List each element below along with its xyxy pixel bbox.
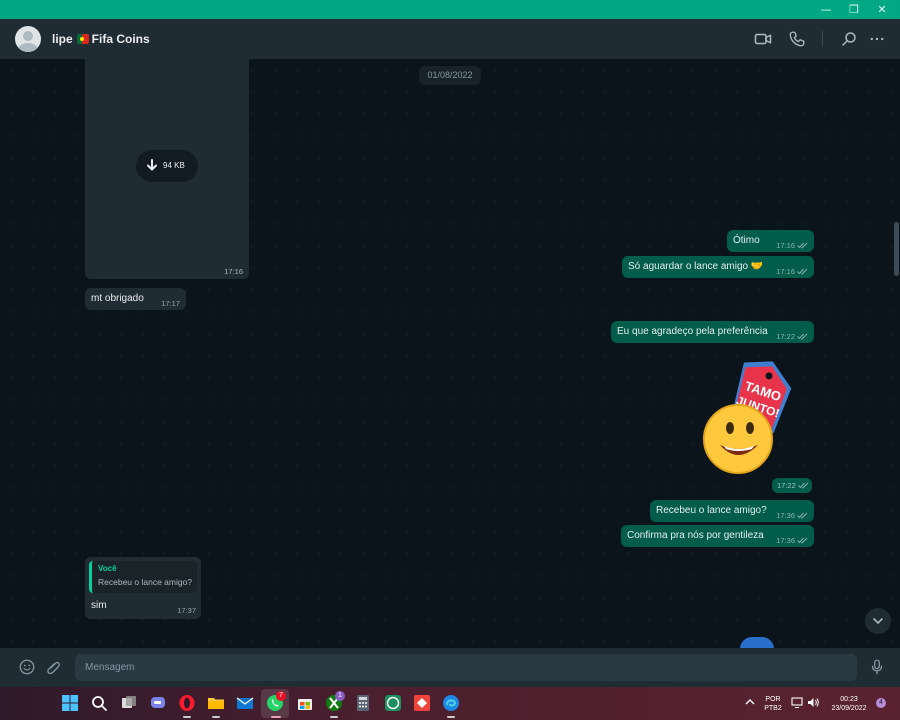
whatsapp-alt-icon[interactable] <box>384 694 402 712</box>
clock-time: 00:23 <box>840 696 858 703</box>
quote-text: Recebeu o lance amigo? <box>98 577 193 587</box>
message-bubble-incoming-reply[interactable]: Você Recebeu o lance amigo? sim 17:37 <box>85 557 201 619</box>
contact-name[interactable]: lipe Fifa Coins <box>52 32 150 46</box>
close-button[interactable]: ✕ <box>868 0 896 19</box>
windows-taskbar: 7 1 POR PTB2 00:23 23/09/2022 4 <box>0 687 900 720</box>
edge-active-indicator <box>447 716 455 718</box>
portugal-flag-icon <box>76 34 89 44</box>
message-bubble-outgoing[interactable]: Só aguardar o lance amigo 🤝 17:16 <box>622 256 814 278</box>
search-icon[interactable] <box>840 30 858 48</box>
anydesk-icon[interactable] <box>413 694 431 712</box>
message-text: Só aguardar o lance amigo 🤝 <box>628 261 764 272</box>
edge-icon[interactable] <box>442 694 460 712</box>
document-time: 17:16 <box>224 267 243 276</box>
chevron-down-icon <box>873 618 883 625</box>
windows-start-icon[interactable] <box>61 694 79 712</box>
task-view-icon[interactable] <box>120 694 138 712</box>
notification-badge[interactable]: 4 <box>876 698 886 708</box>
xbox-badge: 1 <box>335 691 345 701</box>
message-text: Ótimo <box>733 235 760 246</box>
contact-first-name: lipe <box>52 32 73 46</box>
message-time: 17:22 <box>776 332 808 341</box>
message-text: sim <box>91 600 107 611</box>
avatar[interactable] <box>15 26 41 52</box>
opera-icon[interactable] <box>178 694 196 712</box>
whatsapp-badge: 7 <box>276 691 286 701</box>
whatsapp-active-indicator <box>271 716 281 718</box>
voice-call-icon[interactable] <box>788 30 806 48</box>
message-time: 17:37 <box>177 606 196 615</box>
double-check-icon <box>797 242 808 249</box>
sticker-time: 17:22 <box>772 478 812 493</box>
attach-icon[interactable] <box>45 658 63 676</box>
maximize-button[interactable]: ❐ <box>840 0 868 19</box>
message-text: mt obrigado <box>91 293 144 304</box>
message-bubble-outgoing[interactable]: Recebeu o lance amigo? 17:36 <box>650 500 814 522</box>
header-divider <box>822 31 823 47</box>
teams-chat-icon[interactable] <box>149 694 167 712</box>
system-clock[interactable]: 00:23 23/09/2022 <box>826 695 872 713</box>
quoted-message[interactable]: Você Recebeu o lance amigo? <box>89 561 197 593</box>
file-explorer-active-indicator <box>212 716 220 718</box>
scrollbar[interactable] <box>894 222 899 276</box>
chat-header: lipe Fifa Coins <box>0 19 900 59</box>
sticker-preview-partial <box>740 637 774 648</box>
message-time: 17:36 <box>776 511 808 520</box>
mail-icon[interactable] <box>236 694 254 712</box>
message-bubble-outgoing[interactable]: Confirma pra nós por gentileza 17:36 <box>621 525 814 547</box>
network-icon[interactable] <box>791 696 804 709</box>
video-call-icon[interactable] <box>754 30 772 48</box>
message-text: Recebeu o lance amigo? <box>656 505 767 516</box>
minimize-button[interactable]: — <box>812 0 840 19</box>
microphone-icon[interactable] <box>868 658 886 676</box>
message-input[interactable]: Mensagem <box>75 654 857 681</box>
document-size: 94 KB <box>163 161 185 170</box>
language-code: POR <box>765 696 781 703</box>
volume-icon[interactable] <box>807 696 820 709</box>
keyboard-layout: PTB2 <box>764 705 782 712</box>
double-check-icon <box>797 268 808 275</box>
compose-bar: Mensagem <box>0 648 900 687</box>
download-arrow-icon <box>147 159 157 171</box>
taskbar-search-icon[interactable] <box>90 694 108 712</box>
message-text: Eu que agradeço pela preferência <box>617 326 768 337</box>
message-bubble-outgoing[interactable]: Ótimo 17:16 <box>727 230 814 252</box>
message-time: 17:36 <box>776 536 808 545</box>
calculator-icon[interactable] <box>354 694 372 712</box>
quote-author: Você <box>98 564 117 573</box>
message-bubble-outgoing[interactable]: Eu que agradeço pela preferência 17:22 <box>611 321 814 343</box>
avatar-head <box>23 31 33 41</box>
message-time: 17:16 <box>776 267 808 276</box>
language-indicator[interactable]: POR PTB2 <box>760 695 786 713</box>
xbox-active-indicator <box>330 716 338 718</box>
chevron-up-icon[interactable] <box>744 696 756 708</box>
window-title-bar: — ❐ ✕ <box>0 0 900 19</box>
opera-active-indicator <box>183 716 191 718</box>
microsoft-store-icon[interactable] <box>296 694 314 712</box>
contact-name-suffix: Fifa Coins <box>91 32 150 46</box>
emoji-icon[interactable] <box>18 658 36 676</box>
double-check-icon <box>797 333 808 340</box>
message-time: 17:17 <box>161 299 180 308</box>
avatar-body <box>18 43 38 52</box>
document-message[interactable]: 94 KB 17:16 <box>85 59 249 279</box>
scroll-to-bottom-button[interactable] <box>865 608 891 634</box>
double-check-icon <box>797 482 809 489</box>
chat-area[interactable]: 01/08/2022 94 KB 17:16 Ótimo 17:16 Só ag… <box>0 59 900 648</box>
file-explorer-icon[interactable] <box>207 694 225 712</box>
message-time: 17:16 <box>776 241 808 250</box>
menu-icon[interactable] <box>868 30 886 48</box>
double-check-icon <box>797 537 808 544</box>
clock-date: 23/09/2022 <box>831 705 867 712</box>
double-check-icon <box>797 512 808 519</box>
message-bubble-incoming[interactable]: mt obrigado 17:17 <box>85 288 186 310</box>
date-separator: 01/08/2022 <box>419 66 481 85</box>
message-text: Confirma pra nós por gentileza <box>627 530 764 541</box>
download-button[interactable]: 94 KB <box>136 150 198 182</box>
tamo-junto-sticker[interactable]: TAMO JUNTO! <box>700 349 800 477</box>
